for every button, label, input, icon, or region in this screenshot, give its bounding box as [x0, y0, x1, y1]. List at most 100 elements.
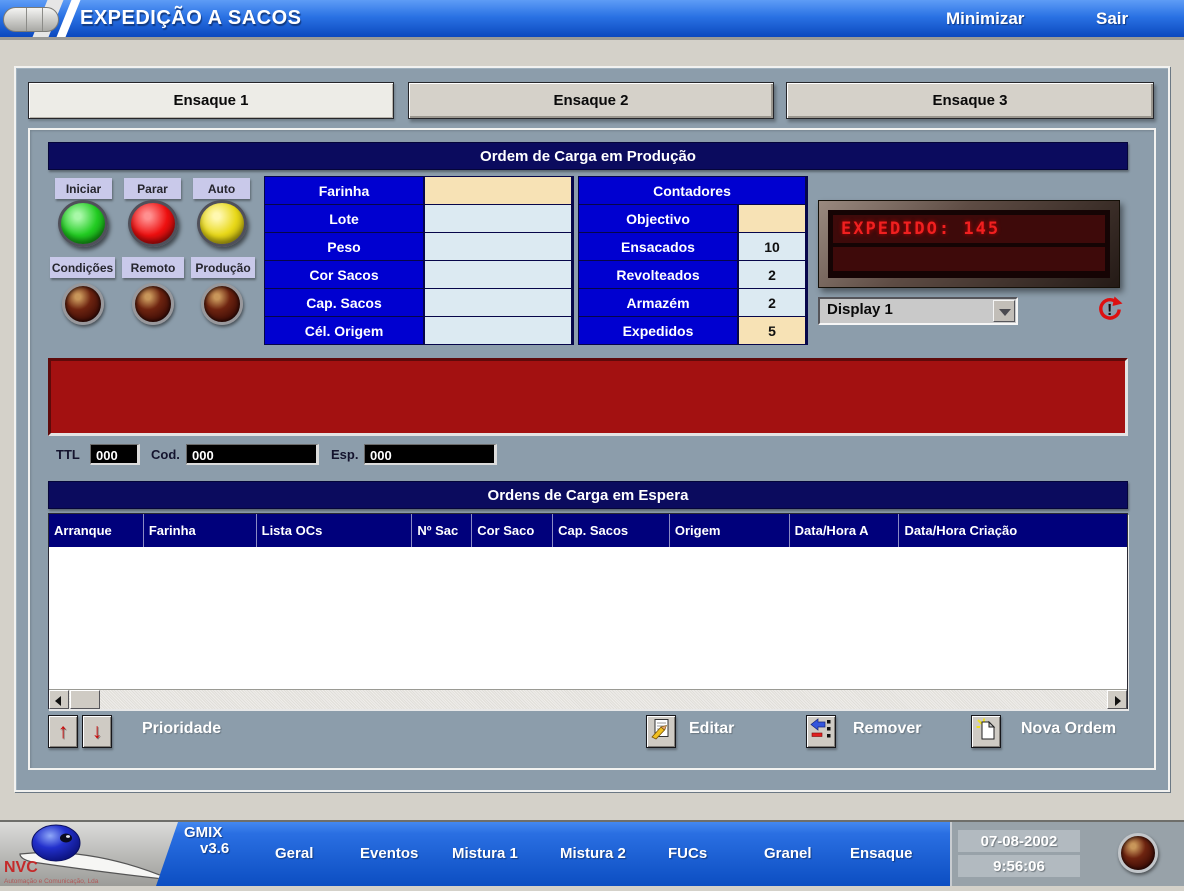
production-section-header: Ordem de Carga em Produção — [48, 142, 1128, 170]
cel-origem-field[interactable] — [425, 317, 571, 344]
production-label: Produção — [191, 257, 255, 278]
revolteados-value: 2 — [739, 261, 805, 288]
scroll-right-button[interactable] — [1107, 690, 1127, 709]
counter-row: Expedidos 5 — [579, 317, 807, 344]
col-lista-ocs[interactable]: Lista OCs — [257, 514, 413, 547]
time-display: 9:56:06 — [958, 855, 1080, 877]
app-name: GMIX — [184, 825, 229, 841]
nav-fucs[interactable]: FUCs — [668, 845, 707, 862]
new-document-icon — [975, 718, 997, 745]
objectivo-value[interactable] — [739, 205, 805, 232]
display-select-dropdown-button[interactable] — [993, 300, 1015, 322]
form-row: Cor Sacos — [265, 261, 573, 288]
tab-ensaque-2[interactable]: Ensaque 2 — [408, 82, 774, 119]
table-body[interactable] — [49, 547, 1127, 689]
field-label: Lote — [265, 205, 423, 232]
system-menu-icon[interactable] — [3, 7, 59, 32]
minimize-button[interactable]: Minimizar — [946, 9, 1024, 29]
stop-button[interactable] — [128, 200, 178, 247]
remote-lamp — [132, 283, 174, 325]
esp-field[interactable]: 000 — [364, 444, 497, 465]
lote-field[interactable] — [425, 205, 571, 232]
waiting-orders-table[interactable]: Arranque Farinha Lista OCs Nº Sac Cor Sa… — [48, 513, 1128, 709]
tab-ensaque-3[interactable]: Ensaque 3 — [786, 82, 1154, 119]
nav-ensaque[interactable]: Ensaque — [850, 845, 913, 862]
window-title: EXPEDIÇÃO A SACOS — [80, 7, 302, 30]
cap-sacos-field[interactable] — [425, 289, 571, 316]
expedidos-value: 5 — [739, 317, 805, 344]
app-name-version: GMIX v3.6 — [184, 825, 229, 857]
waiting-orders-section-header: Ordens de Carga em Espera — [48, 481, 1128, 509]
nav-mistura-1[interactable]: Mistura 1 — [452, 845, 518, 862]
auto-label: Auto — [193, 178, 250, 199]
down-arrow-icon: ↓ — [92, 721, 103, 742]
scroll-right-icon — [1115, 696, 1121, 706]
armazem-value: 2 — [739, 289, 805, 316]
form-row: Cél. Origem — [265, 317, 573, 344]
alarm-message-area — [48, 358, 1128, 436]
priority-up-button[interactable]: ↑ — [48, 715, 78, 748]
stop-label: Parar — [124, 178, 181, 199]
col-data-hora-criacao[interactable]: Data/Hora Criação — [899, 514, 1127, 547]
edit-button[interactable] — [646, 715, 676, 748]
col-origem[interactable]: Origem — [670, 514, 790, 547]
ensacados-value: 10 — [739, 233, 805, 260]
counter-label: Objectivo — [579, 205, 737, 232]
nav-mistura-2[interactable]: Mistura 2 — [560, 845, 626, 862]
display-select[interactable]: Display 1 — [818, 297, 1018, 325]
remote-label: Remoto — [122, 257, 184, 278]
cod-field[interactable]: 000 — [186, 444, 319, 465]
nav-eventos[interactable]: Eventos — [360, 845, 418, 862]
led-text: EXPEDIDO: 145 — [833, 215, 1105, 243]
horizontal-scrollbar[interactable] — [49, 689, 1127, 709]
conditions-lamp — [62, 283, 104, 325]
tab-ensaque-1[interactable]: Ensaque 1 — [28, 82, 394, 119]
field-label: Farinha — [265, 177, 423, 204]
remove-button[interactable] — [806, 715, 836, 748]
col-n-sacos[interactable]: Nº Sac — [412, 514, 472, 547]
auto-button[interactable] — [197, 200, 247, 247]
chevron-down-icon — [999, 309, 1011, 316]
col-arranque[interactable]: Arranque — [49, 514, 144, 547]
farinha-field[interactable] — [425, 177, 571, 204]
refresh-alert-icon[interactable]: ! — [1096, 295, 1124, 323]
production-form: Farinha Lote Peso Cor Sacos Cap. Sacos C… — [264, 176, 574, 345]
col-data-hora-arranque[interactable]: Data/Hora A — [790, 514, 900, 547]
form-row: Cap. Sacos — [265, 289, 573, 316]
col-cap-sacos[interactable]: Cap. Sacos — [553, 514, 670, 547]
cor-sacos-field[interactable] — [425, 261, 571, 288]
new-order-button[interactable] — [971, 715, 1001, 748]
led-line-2 — [833, 247, 1105, 271]
comms-status-lamp — [1118, 833, 1158, 873]
scroll-left-button[interactable] — [49, 690, 69, 709]
scrollbar-thumb[interactable] — [70, 690, 100, 709]
form-row: Lote — [265, 205, 573, 232]
conditions-label: Condições — [50, 257, 115, 278]
form-row: Farinha — [265, 177, 573, 204]
production-lamp — [201, 283, 243, 325]
exit-button[interactable]: Sair — [1096, 9, 1128, 29]
scroll-left-icon — [55, 696, 61, 706]
counter-row: Objectivo — [579, 205, 807, 232]
start-button[interactable] — [58, 200, 108, 247]
edit-label: Editar — [689, 720, 734, 738]
counter-label: Revolteados — [579, 261, 737, 288]
app-window: EXPEDIÇÃO A SACOS Minimizar Sair Ensaque… — [0, 0, 1184, 886]
nvc-logo-subtext: Automação e Comunicação, Lda — [4, 878, 98, 885]
priority-down-button[interactable]: ↓ — [82, 715, 112, 748]
col-farinha[interactable]: Farinha — [144, 514, 257, 547]
svg-text:!: ! — [1107, 302, 1112, 319]
counters-table: Contadores Objectivo Ensacados 10 Revolt… — [578, 176, 808, 345]
peso-field[interactable] — [425, 233, 571, 260]
nav-geral[interactable]: Geral — [275, 845, 313, 862]
counters-header-row: Contadores — [579, 177, 807, 204]
field-label: Cap. Sacos — [265, 289, 423, 316]
counter-row: Ensacados 10 — [579, 233, 807, 260]
counters-title: Contadores — [579, 177, 805, 204]
app-version: v3.6 — [184, 841, 229, 857]
col-cor-sacos[interactable]: Cor Saco — [472, 514, 553, 547]
up-arrow-icon: ↑ — [58, 721, 69, 742]
ttl-field[interactable]: 000 — [90, 444, 140, 465]
nav-granel[interactable]: Granel — [764, 845, 812, 862]
priority-label: Prioridade — [142, 720, 221, 738]
